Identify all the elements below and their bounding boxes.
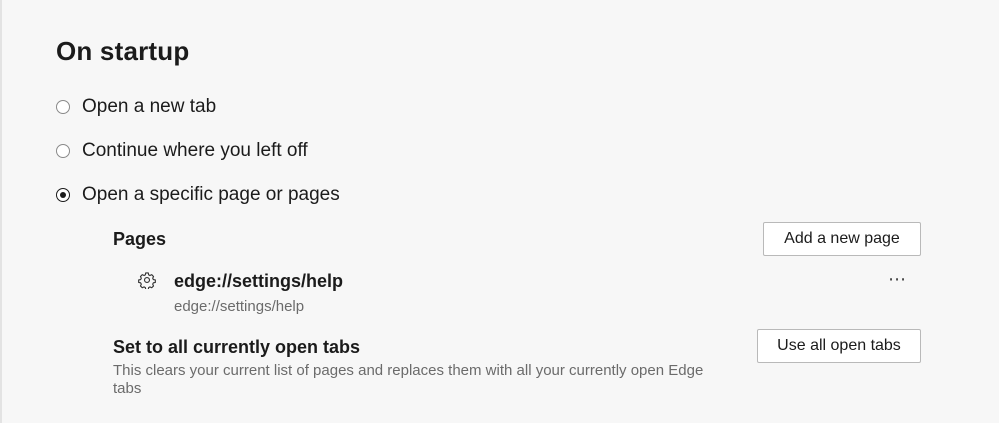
radio-label: Continue where you left off: [82, 140, 308, 161]
radio-option-specific-pages[interactable]: Open a specific page or pages: [56, 184, 340, 206]
gear-icon: [138, 272, 156, 289]
open-tabs-description: This clears your current list of pages a…: [113, 362, 704, 397]
open-tabs-heading: Set to all currently open tabs: [113, 337, 361, 357]
add-new-page-button[interactable]: Add a new page: [763, 222, 921, 256]
left-border: [0, 0, 2, 423]
radio-option-continue[interactable]: Continue where you left off: [56, 140, 308, 162]
radio-label: Open a new tab: [82, 96, 217, 117]
page-url: edge://settings/help: [174, 298, 305, 315]
use-all-open-tabs-button[interactable]: Use all open tabs: [757, 329, 921, 363]
radio-button[interactable]: [56, 100, 70, 114]
radio-button-selected[interactable]: [56, 188, 70, 202]
pages-heading: Pages: [113, 229, 167, 249]
radio-button[interactable]: [56, 144, 70, 158]
page-list-item: edge://settings/help edge://settings/hel…: [138, 268, 928, 318]
radio-label: Open a specific page or pages: [82, 184, 340, 205]
more-actions-icon[interactable]: ⋯: [888, 270, 907, 288]
radio-option-new-tab[interactable]: Open a new tab: [56, 96, 216, 118]
page-title: edge://settings/help: [174, 271, 344, 291]
section-title: On startup: [56, 36, 190, 66]
